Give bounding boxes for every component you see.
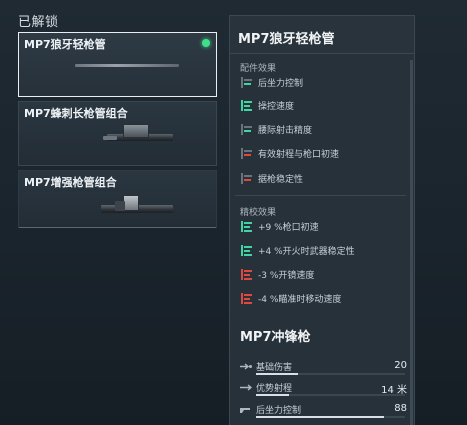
effect-label: 操控速度 <box>258 101 295 112</box>
stat-bar-fill <box>256 416 385 418</box>
calibration-item: +4 %开火时武器稳定性 <box>241 243 355 257</box>
attachment-card-sting-long-barrel[interactable]: MP7蜂刺长枪管组合 <box>18 101 217 166</box>
damage-icon <box>240 363 252 370</box>
equipped-indicator <box>202 39 210 47</box>
calibration-label: -3 %开镜速度 <box>258 270 315 281</box>
effect-item: 据枪稳定性 <box>241 171 303 185</box>
stat-bar <box>256 373 405 375</box>
stat-up-icon <box>241 99 252 111</box>
calibration-item: +9 %枪口初速 <box>241 219 319 233</box>
stat-bar-fill <box>256 394 289 396</box>
stat-neutral-icon <box>241 76 252 88</box>
stat-label: 后坐力控制 <box>256 406 302 416</box>
attachment-card-enhanced-barrel[interactable]: MP7增强枪管组合 <box>18 170 217 228</box>
attachment-card-wolf-light-barrel[interactable]: MP7狼牙轻枪管 <box>18 32 217 97</box>
attachment-name: MP7蜂刺长枪管组合 <box>24 107 128 120</box>
stat-value: 20 <box>394 360 407 371</box>
stat-up-icon <box>241 220 252 232</box>
effects-section-title: 配件效果 <box>240 64 277 74</box>
weapon-title: MP7冲锋枪 <box>240 330 311 345</box>
stat-neutral-icon <box>241 123 252 135</box>
attachment-name: MP7狼牙轻枪管 <box>24 38 106 51</box>
stat-down-icon <box>241 268 252 280</box>
stat-bar-fill <box>256 373 298 375</box>
attachment-detail-title: MP7狼牙轻枪管 <box>238 32 335 47</box>
effect-label: 腰际射击精度 <box>258 125 313 136</box>
unlocked-section-title: 已解锁 <box>18 15 59 30</box>
calibration-label: +9 %枪口初速 <box>258 222 319 233</box>
detail-scrollbar[interactable] <box>410 60 413 425</box>
stat-up-icon <box>241 244 252 256</box>
calibration-item: -3 %开镜速度 <box>241 267 314 281</box>
calibration-label: -4 %瞄准时移动速度 <box>258 294 342 305</box>
range-icon <box>240 384 253 391</box>
stat-down-icon <box>241 292 252 304</box>
calibration-label: +4 %开火时武器稳定性 <box>258 246 355 257</box>
stat-down-icon <box>241 172 252 184</box>
effect-item: 后坐力控制 <box>241 75 303 89</box>
effect-item: 操控速度 <box>241 98 294 112</box>
effect-item: 腰际射击精度 <box>241 122 312 136</box>
effect-label: 后坐力控制 <box>258 78 304 89</box>
stat-bar <box>256 394 405 396</box>
stat-down-icon <box>241 147 252 159</box>
stat-value: 88 <box>394 403 407 414</box>
calibration-item: -4 %瞄准时移动速度 <box>241 291 341 305</box>
section-divider <box>235 195 406 196</box>
effect-item: 有效射程与枪口初速 <box>241 146 339 160</box>
attachment-name: MP7增强枪管组合 <box>24 176 117 189</box>
panel-header: MP7狼牙轻枪管 <box>230 16 414 54</box>
recoil-icon <box>240 408 250 413</box>
stat-row-range: 优势射程 14 米 <box>237 381 409 396</box>
stat-label: 优势射程 <box>256 384 293 394</box>
stat-label: 基础伤害 <box>256 363 293 373</box>
stat-bar <box>256 416 405 418</box>
calibration-section-title: 精校效果 <box>240 208 277 218</box>
stat-row-damage: 基础伤害 20 <box>237 360 409 375</box>
light-barrel-image <box>75 64 179 67</box>
effect-label: 有效射程与枪口初速 <box>258 149 340 160</box>
effect-label: 据枪稳定性 <box>258 174 304 185</box>
stat-row-recoil: 后坐力控制 88 <box>237 403 409 418</box>
